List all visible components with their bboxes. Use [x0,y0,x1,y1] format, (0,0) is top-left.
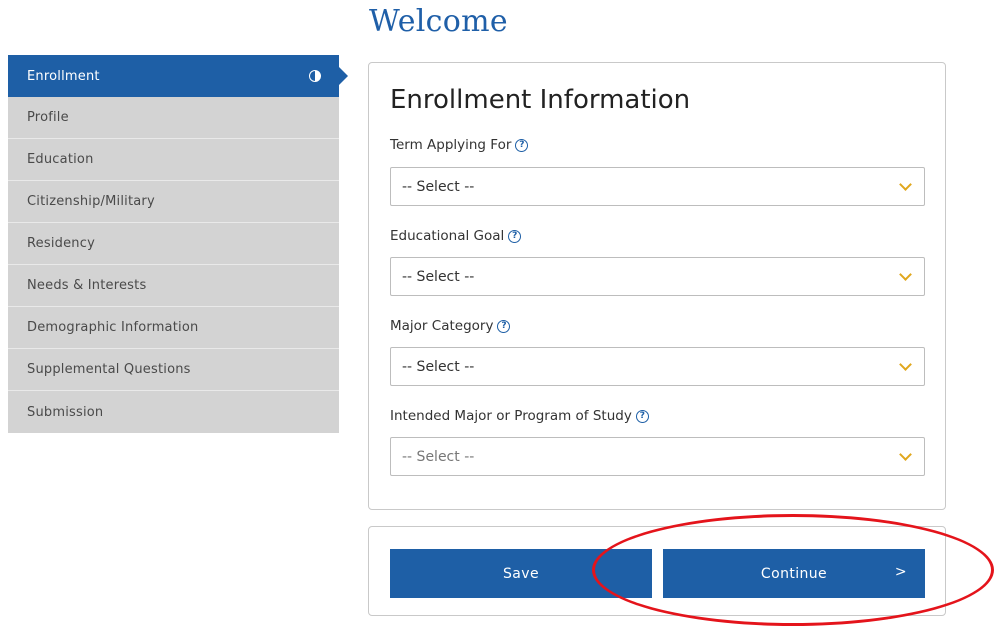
sidebar-item-education[interactable]: Education [8,139,339,181]
major-category-label-text: Major Category [390,318,494,334]
enrollment-form-card: Enrollment Information Term Applying For… [368,62,946,510]
sidebar-item-label: Submission [27,404,104,420]
question-circle-icon[interactable]: ? [635,409,649,423]
save-button-label: Save [503,565,539,582]
intended-major-label: Intended Major or Program of Study ? [390,408,649,424]
sidebar-item-label: Needs & Interests [27,278,147,293]
progress-half-icon [309,70,321,82]
major-category-select[interactable]: -- Select -- [390,347,925,386]
major-category-label: Major Category ? [390,318,511,334]
page-title: Welcome [369,4,508,39]
sidebar-item-label: Supplemental Questions [27,362,191,377]
page: Welcome Enrollment Profile Education Cit… [0,0,996,628]
educational-goal-select[interactable]: -- Select -- [390,257,925,296]
sidebar-item-profile[interactable]: Profile [8,97,339,139]
form-title: Enrollment Information [390,85,691,115]
sidebar-item-enrollment[interactable]: Enrollment [8,55,348,97]
chevron-down-icon [899,358,912,371]
major-category-select-value: -- Select -- [402,358,475,375]
sidebar-item-residency[interactable]: Residency [8,223,339,265]
save-button[interactable]: Save [390,549,652,598]
intended-major-select-value: -- Select -- [402,448,475,465]
intended-major-select[interactable]: -- Select -- [390,437,925,476]
educational-goal-label: Educational Goal ? [390,228,522,244]
sidebar-item-demographic-information[interactable]: Demographic Information [8,307,339,349]
sidebar-nav: Enrollment Profile Education Citizenship… [8,55,348,433]
sidebar-item-label: Citizenship/Military [27,194,155,209]
sidebar-item-citizenship-military[interactable]: Citizenship/Military [8,181,339,223]
sidebar-item-needs-interests[interactable]: Needs & Interests [8,265,339,307]
sidebar-item-label: Education [27,152,94,167]
term-label-text: Term Applying For [390,137,512,153]
question-circle-icon[interactable]: ? [515,138,529,152]
sidebar-item-label: Demographic Information [27,320,199,335]
sidebar-item-label: Residency [27,236,95,251]
educational-goal-label-text: Educational Goal [390,228,505,244]
term-label: Term Applying For ? [390,137,529,153]
educational-goal-select-value: -- Select -- [402,268,475,285]
question-circle-icon[interactable]: ? [497,319,511,333]
sidebar-item-supplemental-questions[interactable]: Supplemental Questions [8,349,339,391]
chevron-right-icon: > [894,564,907,580]
chevron-down-icon [899,178,912,191]
chevron-down-icon [899,448,912,461]
sidebar-item-label: Profile [27,110,69,125]
term-select-value: -- Select -- [402,178,475,195]
continue-button-label: Continue [760,565,828,582]
sidebar-item-submission[interactable]: Submission [8,391,339,433]
question-circle-icon[interactable]: ? [508,229,522,243]
form-actions-card: Save Continue > [368,526,946,616]
continue-button[interactable]: Continue > [663,549,925,598]
intended-major-label-text: Intended Major or Program of Study [390,408,632,424]
term-select[interactable]: -- Select -- [390,167,925,206]
chevron-down-icon [899,268,912,281]
sidebar-item-label: Enrollment [27,68,100,84]
